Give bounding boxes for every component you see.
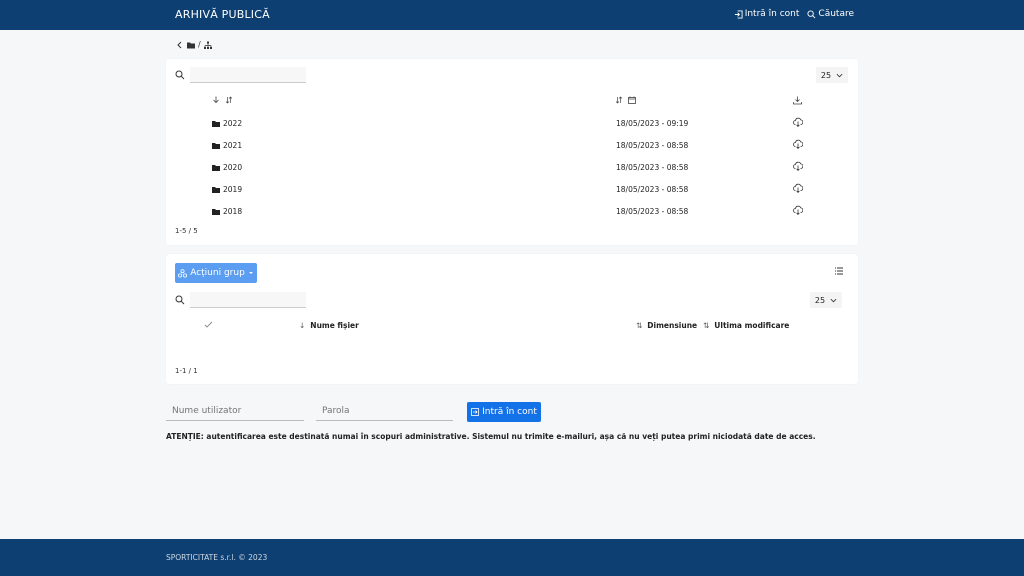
folder-label: 2022 (223, 119, 243, 128)
folder-name[interactable]: 2022 (212, 119, 242, 128)
footer-copyright: SPORTICITATE s.r.l. © 2023 (166, 553, 268, 562)
folder-label: 2020 (223, 163, 243, 172)
chevron-down-icon (830, 298, 837, 302)
column-header-name-label: Nume fișier (310, 321, 359, 330)
folder-label: 2018 (223, 207, 243, 216)
column-header-name[interactable]: ↓ Nume fișier (299, 321, 359, 330)
folder-row[interactable]: 2022 18/05/2023 - 09:19 (166, 116, 858, 138)
password-field[interactable] (316, 402, 453, 421)
group-icon (178, 268, 188, 277)
username-field[interactable] (166, 402, 304, 421)
top-navbar: ARHIVĂ PUBLICĂ Intră în cont Căutare (0, 0, 1024, 30)
folder-icon (212, 187, 220, 193)
search-icon (175, 295, 185, 305)
sort-icon: ⇅ (636, 321, 643, 330)
login-button-label: Intră în cont (482, 407, 537, 417)
folder-row[interactable]: 2020 18/05/2023 - 08:58 (166, 160, 858, 182)
page-size-select[interactable]: 25 (810, 292, 842, 308)
search-link-label: Căutare (818, 9, 854, 19)
cloud-download-icon[interactable] (793, 205, 803, 215)
folder-label: 2021 (223, 141, 243, 150)
folder-row[interactable]: 2019 18/05/2023 - 08:58 (166, 182, 858, 204)
caret-down-icon (248, 272, 253, 274)
folder-name[interactable]: 2021 (212, 141, 242, 150)
calendar-icon (628, 96, 636, 104)
download-icon (793, 96, 802, 105)
sign-in-icon (734, 9, 743, 19)
arrow-down-icon: ↓ (299, 321, 306, 330)
page-size-select[interactable]: 25 (816, 67, 848, 83)
brand-title[interactable]: ARHIVĂ PUBLICĂ (175, 8, 270, 21)
search-icon (175, 70, 185, 80)
sitemap-icon[interactable] (203, 41, 212, 49)
files-panel: Acțiuni grup 25 ↓ Nume fișier ⇅ Dimensiu… (166, 254, 858, 384)
login-button[interactable]: Intră în cont (467, 402, 541, 422)
group-actions-button[interactable]: Acțiuni grup (175, 263, 257, 283)
column-header-size-label: Dimensiune (647, 321, 698, 330)
date-sort-controls (615, 96, 636, 104)
footer: SPORTICITATE s.r.l. © 2023 (0, 539, 1024, 576)
sort-icon[interactable] (615, 96, 623, 104)
folder-icon (212, 165, 220, 171)
search-link[interactable]: Căutare (807, 9, 854, 19)
folders-count: 1-5 / 5 (175, 227, 198, 235)
files-count: 1-1 / 1 (175, 367, 198, 375)
cloud-download-icon[interactable] (793, 139, 803, 149)
folder-icon[interactable] (187, 41, 195, 49)
breadcrumb: / (176, 40, 212, 49)
cloud-download-icon[interactable] (793, 161, 803, 171)
folder-row[interactable]: 2018 18/05/2023 - 08:58 (166, 204, 858, 226)
column-header-modified[interactable]: ⇅ Ultima modificare (703, 321, 789, 330)
folder-name[interactable]: 2019 (212, 185, 242, 194)
column-header-modified-label: Ultima modificare (714, 321, 790, 330)
cloud-download-icon[interactable] (793, 183, 803, 193)
folder-modified: 18/05/2023 - 08:58 (616, 207, 689, 216)
cloud-download-icon[interactable] (793, 117, 803, 127)
folder-modified: 18/05/2023 - 08:58 (616, 141, 689, 150)
search-icon (807, 9, 816, 18)
folder-modified: 18/05/2023 - 08:58 (616, 185, 689, 194)
folders-panel: 25 2022 18/05/2023 - 09:19 2021 18/05/20… (166, 59, 858, 245)
group-actions-label: Acțiuni grup (190, 268, 245, 278)
chevron-left-icon[interactable] (176, 41, 184, 49)
folder-icon (212, 121, 220, 127)
file-search-input[interactable] (190, 292, 306, 308)
login-warning: ATENȚIE: autentificarea este destinată n… (166, 432, 816, 441)
name-sort-controls (212, 96, 233, 104)
folder-name[interactable]: 2020 (212, 163, 242, 172)
folder-modified: 18/05/2023 - 08:58 (616, 163, 689, 172)
chevron-down-icon (836, 73, 843, 77)
arrow-down-icon[interactable] (212, 96, 220, 104)
folder-name[interactable]: 2018 (212, 207, 242, 216)
sort-icon[interactable] (225, 96, 233, 104)
page-size-value: 25 (814, 295, 826, 305)
folder-modified: 18/05/2023 - 09:19 (616, 119, 689, 128)
column-header-size[interactable]: ⇅ Dimensiune (636, 321, 697, 330)
folder-search-input[interactable] (190, 67, 306, 83)
folder-row[interactable]: 2021 18/05/2023 - 08:58 (166, 138, 858, 160)
login-link-label: Intră în cont (744, 9, 800, 19)
folder-icon (212, 143, 220, 149)
breadcrumb-separator: / (198, 40, 201, 49)
login-link[interactable]: Intră în cont (734, 9, 800, 19)
navbar-links: Intră în cont Căutare (734, 9, 854, 19)
sort-icon: ⇅ (703, 321, 710, 330)
list-icon[interactable] (834, 266, 844, 276)
folder-label: 2019 (223, 185, 243, 194)
sign-in-icon (471, 408, 480, 416)
folder-icon (212, 209, 220, 215)
select-all-check-icon[interactable] (204, 321, 213, 328)
page-size-value: 25 (820, 70, 832, 80)
